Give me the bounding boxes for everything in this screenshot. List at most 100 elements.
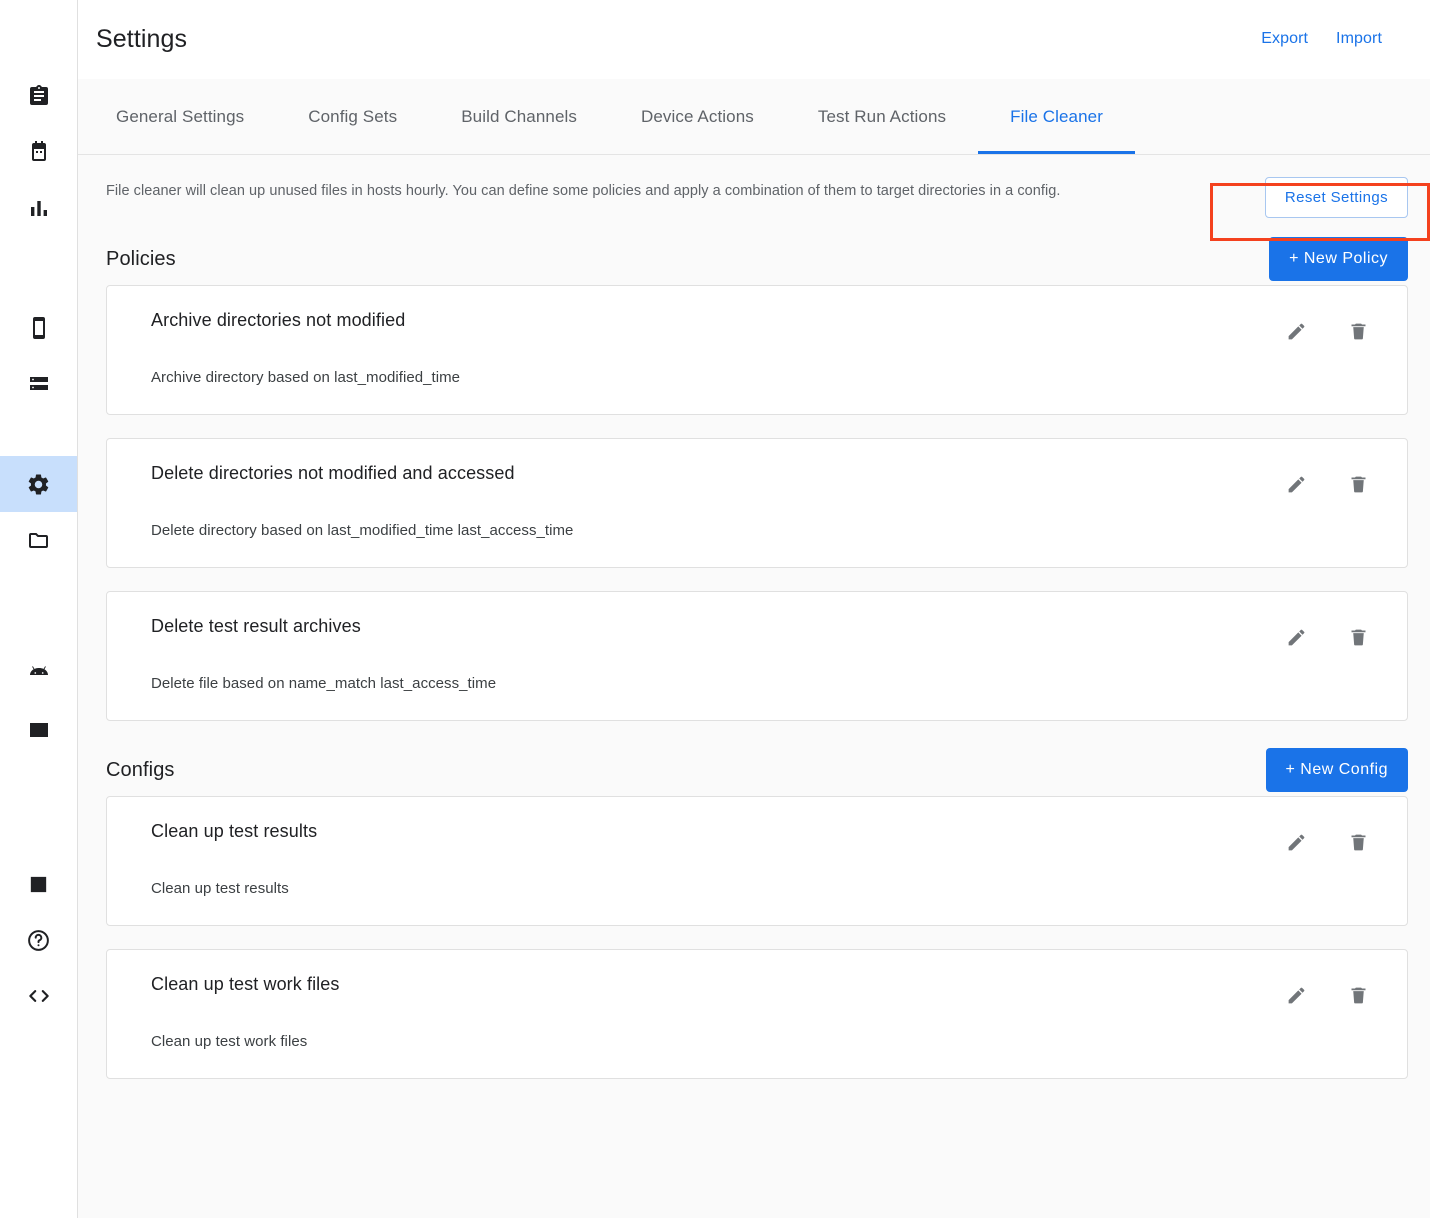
trash-icon xyxy=(1348,627,1369,651)
main-area: Settings Export Import General Settings … xyxy=(78,0,1430,1218)
policy-card-body: Delete directories not modified and acce… xyxy=(151,463,1283,539)
policy-card-body: Delete test result archives Delete file … xyxy=(151,616,1283,692)
trash-icon xyxy=(1348,474,1369,498)
calendar-icon xyxy=(27,140,51,164)
policy-card-actions xyxy=(1283,310,1383,346)
sidebar-item-file-browser[interactable] xyxy=(0,512,77,568)
policy-card[interactable]: Archive directories not modified Archive… xyxy=(106,285,1408,415)
config-card-subtitle: Clean up test work files xyxy=(151,1033,1283,1050)
folder-icon xyxy=(27,528,51,552)
config-card-actions xyxy=(1283,821,1383,857)
help-icon xyxy=(26,928,51,953)
sidebar-divider-2 xyxy=(0,412,77,456)
device-health-icon xyxy=(27,718,51,742)
smartphone-icon xyxy=(27,316,51,340)
sidebar-divider-4 xyxy=(0,758,77,822)
sidebar-item-android-builds[interactable] xyxy=(0,646,77,702)
file-cleaner-panel: File cleaner will clean up unused files … xyxy=(78,155,1430,1218)
policy-card-subtitle: Delete file based on name_match last_acc… xyxy=(151,675,1283,692)
config-card[interactable]: Clean up test work files Clean up test w… xyxy=(106,949,1408,1079)
policy-card-actions xyxy=(1283,616,1383,652)
sidebar-item-notes[interactable] xyxy=(0,856,77,912)
new-config-button[interactable]: + New Config xyxy=(1266,748,1409,792)
config-card-actions xyxy=(1283,974,1383,1010)
policy-card-subtitle: Delete directory based on last_modified_… xyxy=(151,522,1283,539)
delete-config-button[interactable] xyxy=(1345,831,1371,857)
sidebar-item-hosts[interactable] xyxy=(0,356,77,412)
page-title: Settings xyxy=(96,25,187,54)
description-row: File cleaner will clean up unused files … xyxy=(106,177,1408,229)
sidebar-item-api[interactable] xyxy=(0,968,77,1024)
gear-icon xyxy=(26,472,51,497)
file-cleaner-description: File cleaner will clean up unused files … xyxy=(106,177,1060,201)
policies-section-header: Policies + New Policy xyxy=(106,233,1408,285)
notes-icon xyxy=(27,873,50,896)
config-card-body: Clean up test work files Clean up test w… xyxy=(151,974,1283,1050)
settings-tabs: General Settings Config Sets Build Chann… xyxy=(78,79,1430,155)
server-icon xyxy=(27,372,51,396)
pencil-icon xyxy=(1286,627,1307,651)
pencil-icon xyxy=(1286,474,1307,498)
policy-card-subtitle: Archive directory based on last_modified… xyxy=(151,369,1283,386)
policy-card-title: Archive directories not modified xyxy=(151,310,1283,331)
delete-policy-button[interactable] xyxy=(1345,626,1371,652)
tab-general-settings[interactable]: General Settings xyxy=(84,79,276,154)
config-card-title: Clean up test work files xyxy=(151,974,1283,995)
tab-build-channels[interactable]: Build Channels xyxy=(429,79,609,154)
policy-card[interactable]: Delete directories not modified and acce… xyxy=(106,438,1408,568)
delete-policy-button[interactable] xyxy=(1345,473,1371,499)
config-card-subtitle: Clean up test results xyxy=(151,880,1283,897)
policy-card[interactable]: Delete test result archives Delete file … xyxy=(106,591,1408,721)
bar-chart-icon xyxy=(27,196,51,220)
assignment-icon xyxy=(27,84,51,108)
edit-policy-button[interactable] xyxy=(1283,626,1309,652)
pencil-icon xyxy=(1286,832,1307,856)
trash-icon xyxy=(1348,832,1369,856)
sidebar-divider-3 xyxy=(0,568,77,632)
sidebar-item-test-plans[interactable] xyxy=(0,124,77,180)
code-icon xyxy=(26,983,52,1009)
tab-device-actions[interactable]: Device Actions xyxy=(609,79,786,154)
sidebar-item-settings[interactable] xyxy=(0,456,77,512)
sidebar-divider-3b xyxy=(0,632,77,646)
sidebar-item-devices[interactable] xyxy=(0,300,77,356)
settings-content: General Settings Config Sets Build Chann… xyxy=(78,78,1430,1218)
config-card-title: Clean up test results xyxy=(151,821,1283,842)
page-header: Settings Export Import xyxy=(78,0,1430,78)
trash-icon xyxy=(1348,321,1369,345)
tab-file-cleaner[interactable]: File Cleaner xyxy=(978,79,1135,154)
configs-section-header: Configs + New Config xyxy=(106,744,1408,796)
edit-policy-button[interactable] xyxy=(1283,473,1309,499)
edit-policy-button[interactable] xyxy=(1283,320,1309,346)
policies-title: Policies xyxy=(106,248,176,271)
policy-card-body: Archive directories not modified Archive… xyxy=(151,310,1283,386)
configs-title: Configs xyxy=(106,759,175,782)
export-link[interactable]: Export xyxy=(1261,30,1308,48)
delete-config-button[interactable] xyxy=(1345,984,1371,1010)
app-root: Settings Export Import General Settings … xyxy=(0,0,1430,1218)
delete-policy-button[interactable] xyxy=(1345,320,1371,346)
pencil-icon xyxy=(1286,985,1307,1009)
reset-settings-button[interactable]: Reset Settings xyxy=(1265,177,1408,218)
tab-config-sets[interactable]: Config Sets xyxy=(276,79,429,154)
edit-config-button[interactable] xyxy=(1283,831,1309,857)
tab-test-run-actions[interactable]: Test Run Actions xyxy=(786,79,978,154)
sidebar-item-test-suites[interactable] xyxy=(0,68,77,124)
config-card[interactable]: Clean up test results Clean up test resu… xyxy=(106,796,1408,926)
edit-config-button[interactable] xyxy=(1283,984,1309,1010)
config-card-body: Clean up test results Clean up test resu… xyxy=(151,821,1283,897)
sidebar-item-help[interactable] xyxy=(0,912,77,968)
policy-card-actions xyxy=(1283,463,1383,499)
pencil-icon xyxy=(1286,321,1307,345)
policy-card-title: Delete test result archives xyxy=(151,616,1283,637)
trash-icon xyxy=(1348,985,1369,1009)
sidebar-divider-1 xyxy=(0,236,77,300)
policy-card-title: Delete directories not modified and acce… xyxy=(151,463,1283,484)
sidebar-divider-4b xyxy=(0,822,77,856)
sidebar-item-reports[interactable] xyxy=(0,180,77,236)
sidebar-item-device-health[interactable] xyxy=(0,702,77,758)
android-icon xyxy=(27,662,51,686)
left-sidebar xyxy=(0,0,78,1218)
new-policy-button[interactable]: + New Policy xyxy=(1269,237,1408,281)
import-link[interactable]: Import xyxy=(1336,30,1382,48)
